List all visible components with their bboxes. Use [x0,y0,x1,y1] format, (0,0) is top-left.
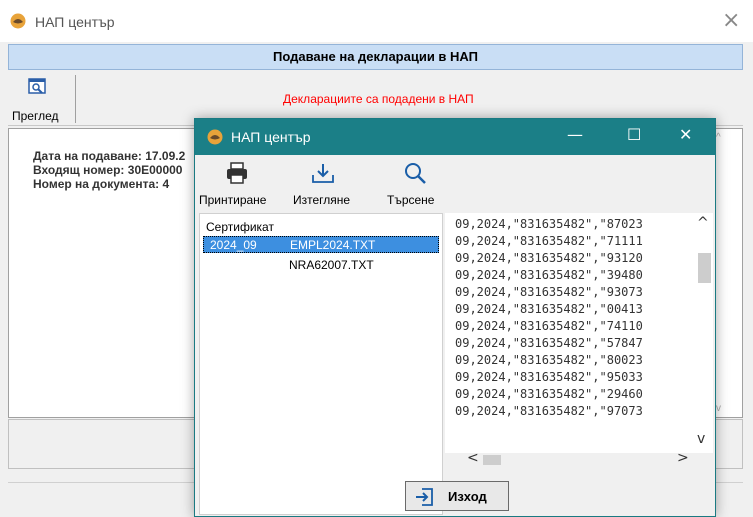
print-label: Принтиране [199,193,267,207]
exit-label: Изход [448,489,487,504]
outer-title-bar: НАП център × [0,0,753,42]
dialog-title: НАП център [231,129,311,145]
printer-icon [227,162,247,184]
file-list-item[interactable]: NRA62007.TXT [289,258,374,272]
scroll-down-icon[interactable]: v [697,431,705,447]
content-line: 09,2024,"831635482","95033 [455,370,643,384]
incoming-number: Входящ номер: 30E00000 [33,163,183,177]
nap-app-icon [207,129,223,145]
preview-button[interactable]: Преглед [10,75,76,123]
file-list-item-selected[interactable]: 2024_09 EMPL2024.TXT [203,236,439,253]
search-icon [405,163,426,184]
dialog-title-bar: НАП център — ☐ ✕ [195,119,715,155]
download-icon [312,164,334,183]
preview-label: Преглед [12,109,59,123]
page-header-text: Подаване на декларации в НАП [273,49,478,64]
scroll-down-icon[interactable]: v [716,403,721,414]
dialog-toolbar: Принтиране Изтегляне Търсене [195,155,715,211]
minimize-icon[interactable]: — [567,125,583,144]
content-line: 09,2024,"831635482","71111 [455,234,643,248]
outer-window-title: НАП център [35,14,115,30]
status-message: Декларациите са подадени в НАП [283,92,474,106]
nap-dialog: НАП център — ☐ ✕ Принтиране Изтегляне Тъ… [194,118,716,517]
exit-button[interactable]: Изход [405,481,509,511]
preview-icon [28,78,46,94]
outer-close-icon[interactable]: × [722,8,740,33]
exit-icon [416,488,433,506]
file-period: 2024_09 [210,238,257,252]
content-line: 09,2024,"831635482","93120 [455,251,643,265]
dialog-close-icon[interactable]: ✕ [679,125,692,144]
search-label: Търсене [387,193,435,207]
file-content-panel[interactable]: 09,2024,"831635482","87023 09,2024,"8316… [445,213,713,467]
print-button[interactable]: Принтиране [199,159,279,209]
content-line: 09,2024,"831635482","57847 [455,336,643,350]
content-line: 09,2024,"831635482","00413 [455,302,643,316]
file-list-header: Сертификат [206,220,274,234]
content-line: 09,2024,"831635482","87023 [455,217,643,231]
content-horizontal-scrollbar[interactable]: < > [445,450,713,467]
content-line: 09,2024,"831635482","29460 [455,387,643,401]
content-line: 09,2024,"831635482","74110 [455,319,643,333]
nap-app-icon [10,13,26,29]
file-name: EMPL2024.TXT [290,238,376,252]
search-button[interactable]: Търсене [387,159,447,209]
content-line: 09,2024,"831635482","97073 [455,404,643,418]
scroll-thumb[interactable] [698,253,711,283]
scroll-thumb[interactable] [483,455,501,465]
scroll-up-icon[interactable]: ^ [716,132,721,143]
content-vertical-scrollbar[interactable]: ^ v [696,213,713,453]
scroll-left-icon[interactable]: < [467,450,479,466]
scroll-right-icon[interactable]: > [677,450,689,466]
scroll-up-icon[interactable]: ^ [697,215,709,231]
download-button[interactable]: Изтегляне [293,159,363,209]
file-list-panel: Сертификат 2024_09 EMPL2024.TXT NRA62007… [199,213,443,515]
maximize-icon[interactable]: ☐ [627,125,641,144]
submitted-date: Дата на подаване: 17.09.2 [33,149,186,163]
content-line: 09,2024,"831635482","80023 [455,353,643,367]
document-number: Номер на документа: 4 [33,177,170,191]
page-header: Подаване на декларации в НАП [8,44,743,70]
content-line: 09,2024,"831635482","93073 [455,285,643,299]
content-line: 09,2024,"831635482","39480 [455,268,643,282]
download-label: Изтегляне [293,193,351,207]
